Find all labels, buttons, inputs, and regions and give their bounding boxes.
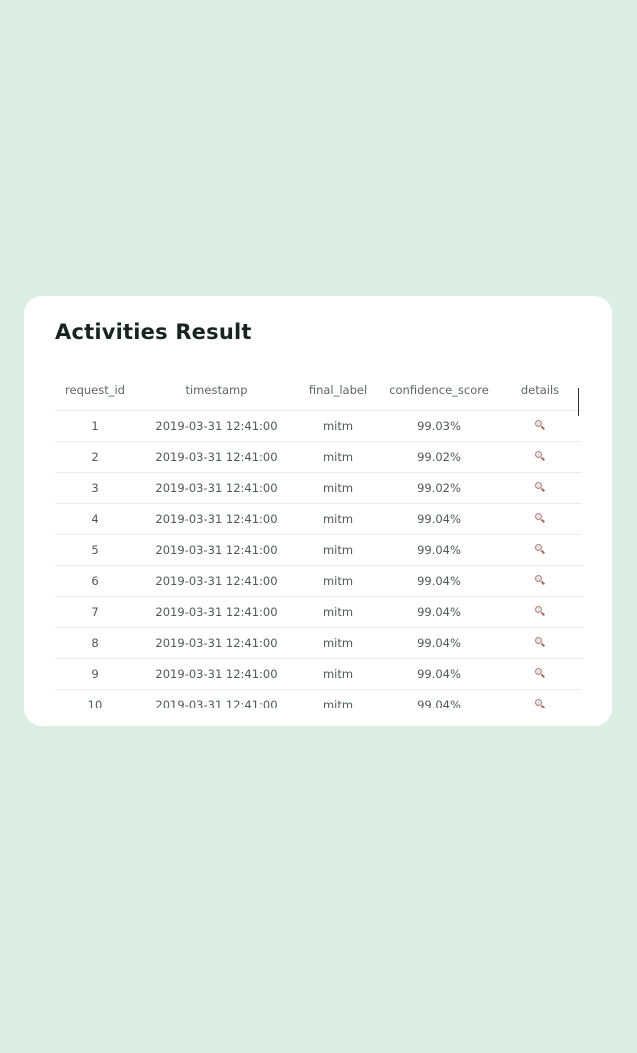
table-row: 8 2019-03-31 12:41:00 mitm 99.04%: [55, 628, 582, 659]
cell-request-id: 6: [91, 574, 99, 588]
magnifier-icon[interactable]: [535, 482, 545, 492]
results-table[interactable]: request_id timestamp final_label confide…: [55, 370, 582, 708]
magnifier-icon[interactable]: [535, 513, 545, 523]
cell-request-id: 2: [91, 450, 99, 464]
cell-timestamp: 2019-03-31 12:41:00: [155, 574, 278, 588]
cell-final-label: mitm: [322, 636, 354, 650]
activities-result-card: Activities Result request_id timestamp f…: [24, 296, 612, 726]
magnifier-icon[interactable]: [535, 575, 545, 585]
cell-request-id: 1: [91, 419, 99, 433]
cell-details: [500, 450, 580, 464]
cell-request-id: 7: [91, 605, 99, 619]
cell-details: [500, 667, 580, 681]
cell-request-id: 5: [91, 543, 99, 557]
card-title: Activities Result: [55, 320, 252, 344]
cell-timestamp: 2019-03-31 12:41:00: [155, 636, 278, 650]
magnifier-icon[interactable]: [535, 637, 545, 647]
table-row: 6 2019-03-31 12:41:00 mitm 99.04%: [55, 566, 582, 597]
table-header: request_id timestamp final_label confide…: [55, 370, 582, 416]
cell-details: [500, 636, 580, 650]
cell-request-id: 4: [91, 512, 99, 526]
cell-timestamp: 2019-03-31 12:41:00: [155, 512, 278, 526]
scrollbar[interactable]: [578, 388, 579, 416]
cell-final-label: mitm: [322, 481, 354, 495]
cell-final-label: mitm: [322, 667, 354, 681]
cell-details: [500, 512, 580, 526]
cell-timestamp: 2019-03-31 12:41:00: [155, 698, 278, 708]
column-header-details[interactable]: details: [500, 383, 580, 397]
table-body: 1 2019-03-31 12:41:00 mitm 99.03% 2 2019-03-3…: [55, 411, 582, 708]
magnifier-icon[interactable]: [535, 420, 545, 430]
cell-confidence-score: 99.02%: [417, 450, 461, 464]
table-row: 2 2019-03-31 12:41:00 mitm 99.02%: [55, 442, 582, 473]
cell-timestamp: 2019-03-31 12:41:00: [155, 481, 278, 495]
table-row: 4 2019-03-31 12:41:00 mitm 99.04%: [55, 504, 582, 535]
cell-confidence-score: 99.04%: [417, 636, 461, 650]
table-row: 5 2019-03-31 12:41:00 mitm 99.04%: [55, 535, 582, 566]
cell-timestamp: 2019-03-31 12:41:00: [155, 543, 278, 557]
cell-confidence-score: 99.04%: [417, 605, 461, 619]
table-row: 1 2019-03-31 12:41:00 mitm 99.03%: [55, 411, 582, 442]
cell-confidence-score: 99.04%: [417, 667, 461, 681]
cell-confidence-score: 99.02%: [417, 481, 461, 495]
cell-details: [500, 574, 580, 588]
magnifier-icon[interactable]: [535, 451, 545, 461]
cell-confidence-score: 99.04%: [417, 512, 461, 526]
page-background: { "card": { "title": "Activities Result"…: [0, 0, 637, 1053]
cell-timestamp: 2019-03-31 12:41:00: [155, 450, 278, 464]
cell-final-label: mitm: [322, 574, 354, 588]
cell-final-label: mitm: [322, 543, 354, 557]
cell-final-label: mitm: [322, 419, 354, 433]
cell-confidence-score: 99.04%: [417, 574, 461, 588]
column-header-final-label[interactable]: final_label: [298, 383, 378, 397]
cell-final-label: mitm: [322, 512, 354, 526]
table-row: 7 2019-03-31 12:41:00 mitm 99.04%: [55, 597, 582, 628]
table-row: 3 2019-03-31 12:41:00 mitm 99.02%: [55, 473, 582, 504]
cell-confidence-score: 99.04%: [417, 543, 461, 557]
cell-confidence-score: 99.03%: [417, 419, 461, 433]
cell-details: [500, 419, 580, 433]
cell-request-id: 8: [91, 636, 99, 650]
magnifier-icon[interactable]: [535, 544, 545, 554]
cell-timestamp: 2019-03-31 12:41:00: [155, 605, 278, 619]
column-header-request-id[interactable]: request_id: [55, 383, 135, 397]
table-row: 10 2019-03-31 12:41:00 mitm 99.04%: [55, 690, 582, 708]
cell-details: [500, 605, 580, 619]
cell-timestamp: 2019-03-31 12:41:00: [155, 667, 278, 681]
column-header-confidence-score[interactable]: confidence_score: [378, 383, 500, 397]
cell-details: [500, 698, 580, 708]
magnifier-icon[interactable]: [535, 699, 545, 708]
cell-details: [500, 481, 580, 495]
cell-final-label: mitm: [322, 698, 354, 708]
cell-final-label: mitm: [322, 450, 354, 464]
table-row: 9 2019-03-31 12:41:00 mitm 99.04%: [55, 659, 582, 690]
column-header-timestamp[interactable]: timestamp: [135, 383, 298, 397]
cell-final-label: mitm: [322, 605, 354, 619]
magnifier-icon[interactable]: [535, 606, 545, 616]
cell-confidence-score: 99.04%: [417, 698, 461, 708]
magnifier-icon[interactable]: [535, 668, 545, 678]
cell-request-id: 10: [87, 698, 103, 708]
cell-details: [500, 543, 580, 557]
cell-request-id: 3: [91, 481, 99, 495]
cell-timestamp: 2019-03-31 12:41:00: [155, 419, 278, 433]
cell-request-id: 9: [91, 667, 99, 681]
